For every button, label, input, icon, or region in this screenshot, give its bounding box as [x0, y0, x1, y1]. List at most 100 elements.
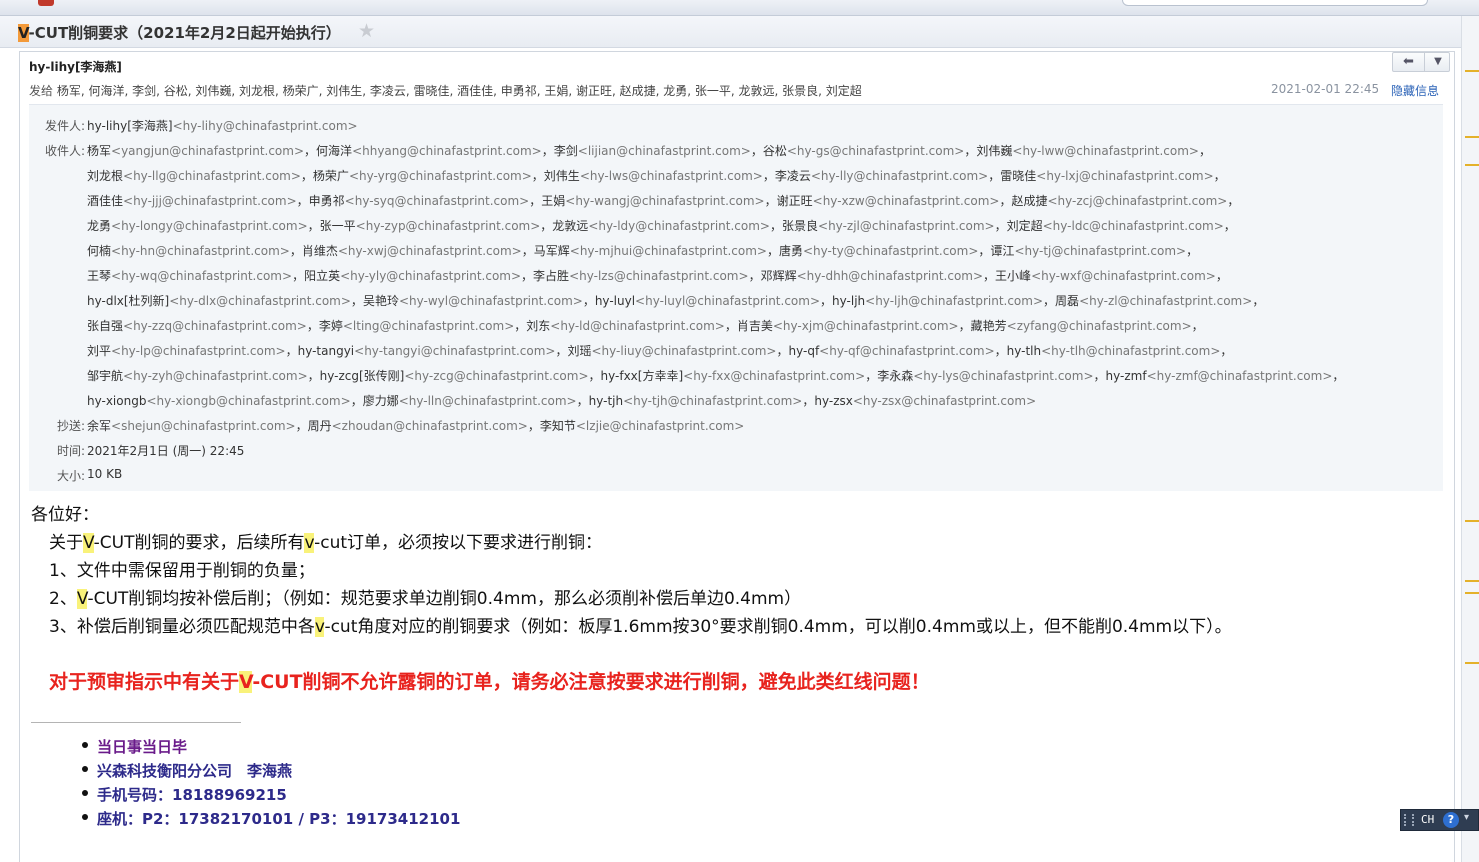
- recipient[interactable]: 李永森<hy-lys@chinafastprint.com>: [877, 369, 1093, 383]
- recipient-row: 邹宇航<hy-zyh@chinafastprint.com> ， hy-zcg[张传…: [87, 367, 1344, 384]
- chevron-down-icon[interactable]: ▾: [1464, 812, 1469, 823]
- recipient-name: 申勇祁: [308, 194, 345, 208]
- separator: ，: [964, 144, 977, 158]
- recipient[interactable]: 王小峰<hy-wxf@chinafastprint.com>: [995, 269, 1216, 283]
- recipient[interactable]: 王娟<hy-wangj@chinafastprint.com>: [541, 194, 764, 208]
- reply-icon[interactable]: ⬅: [1393, 53, 1425, 71]
- recipient-row: 张自强<hy-zzq@chinafastprint.com>，李婷<lting@…: [87, 317, 1204, 334]
- recipient[interactable]: 李凌云<hy-lly@chinafastprint.com>: [775, 169, 988, 183]
- text-run: -CUT削铜的要求，后续所有: [93, 533, 305, 553]
- separator: ，: [769, 219, 782, 233]
- page-scrollbar[interactable]: [1461, 16, 1479, 862]
- recipient-row: 王琴<hy-wq@chinafastprint.com> ， 阳立英<hy-yly@…: [87, 267, 1228, 284]
- recipient-name: hy-ljh: [832, 294, 866, 308]
- signature-divider: [31, 722, 241, 723]
- recipient[interactable]: 杨军<yangjun@chinafastprint.com>: [87, 144, 304, 158]
- recipient[interactable]: 申勇祁<hy-syq@chinafastprint.com>: [309, 194, 530, 208]
- recipient-address: <hy-zcj@chinafastprint.com>: [1047, 194, 1228, 208]
- scroll-marker: [1465, 164, 1479, 166]
- recipient-row: 刘平<hy-lp@chinafastprint.com>，hy-tangyi<h…: [87, 342, 1232, 359]
- recipient[interactable]: 赵成捷<hy-zcj@chinafastprint.com>: [1011, 194, 1227, 208]
- help-icon[interactable]: ?: [1443, 812, 1459, 828]
- separator: ，: [983, 269, 996, 283]
- recipient[interactable]: 王琴<hy-wq@chinafastprint.com>: [87, 269, 292, 283]
- chevron-down-icon[interactable]: ▼: [1426, 53, 1450, 71]
- recipient[interactable]: hy-tlh<hy-tlh@chinafastprint.com>: [1007, 344, 1221, 358]
- recipient[interactable]: 马军辉<hy-mjhui@chinafastprint.com>: [534, 244, 767, 258]
- recipient[interactable]: 李婷<lting@chinafastprint.com>: [319, 319, 514, 333]
- separator: ，: [296, 194, 309, 208]
- recipient[interactable]: 张景良<hy-zjl@chinafastprint.com>: [782, 219, 995, 233]
- recipient[interactable]: 刘伟巍<hy-lww@chinafastprint.com>: [976, 144, 1199, 158]
- requirement-1: 1、文件中需保留用于削铜的负量；: [49, 561, 315, 581]
- recipient-address: <hy-lys@chinafastprint.com>: [913, 369, 1094, 383]
- recipient[interactable]: 肖吉美<hy-xjm@chinafastprint.com>: [737, 319, 959, 333]
- sender-name[interactable]: hy-lihy[李海燕]: [29, 58, 122, 75]
- recipient[interactable]: 李剑<lijian@chinafastprint.com>: [554, 144, 751, 158]
- recipient-row: hy-dlx[杜列新]<hy-dlx@chinafastprint.com>，吴…: [87, 292, 1264, 309]
- recipient[interactable]: 杨荣广<hy-yrg@chinafastprint.com>: [313, 169, 532, 183]
- recipient-address: <hy-yrg@chinafastprint.com>: [348, 169, 532, 183]
- recipient[interactable]: 唐勇<hy-ty@chinafastprint.com>: [779, 244, 978, 258]
- cc-recipient[interactable]: 李知节<lzjie@chinafastprint.com>: [540, 419, 744, 433]
- hide-details-link[interactable]: 隐藏信息: [1391, 82, 1439, 99]
- recipient[interactable]: 何海洋<hhyang@chinafastprint.com>: [316, 144, 542, 158]
- recipient[interactable]: 李占胜<hy-lzs@chinafastprint.com>: [533, 269, 749, 283]
- recipient[interactable]: 肖维杰<hy-xwj@chinafastprint.com>: [302, 244, 522, 258]
- recipient[interactable]: 刘龙根<hy-llg@chinafastprint.com>: [87, 169, 301, 183]
- recipient[interactable]: 邹宇航<hy-zyh@chinafastprint.com>: [87, 369, 308, 383]
- recipient-address: <hy-liuy@chinafastprint.com>: [591, 344, 777, 358]
- recipient-address: <hy-ldy@chinafastprint.com>: [588, 219, 770, 233]
- recipient[interactable]: 刘定超<hy-ldc@chinafastprint.com>: [1007, 219, 1224, 233]
- recipient[interactable]: hy-fxx[方幸幸]<hy-fxx@chinafastprint.com>: [601, 369, 866, 383]
- recipient[interactable]: hy-tjh<hy-tjh@chinafastprint.com>: [589, 394, 803, 408]
- search-box[interactable]: [1122, 0, 1428, 6]
- ime-toolbar[interactable]: CH ? ▾: [1400, 809, 1479, 831]
- recipient[interactable]: 何楠<hy-hn@chinafastprint.com>: [87, 244, 290, 258]
- text-run: 对于预审指示中有关于: [49, 671, 240, 693]
- recipient[interactable]: hy-tangyi<hy-tangyi@chinafastprint.com>: [298, 344, 556, 358]
- recipient[interactable]: 刘瑶<hy-liuy@chinafastprint.com>: [567, 344, 776, 358]
- recipient[interactable]: 周磊<hy-zl@chinafastprint.com>: [1055, 294, 1252, 308]
- from-name: hy-lihy[李海燕]: [87, 119, 173, 133]
- subject-text: -CUT削铜要求（2021年2月2日起开始执行）: [28, 24, 341, 42]
- recipient-name: 谢正旺: [776, 194, 813, 208]
- separator: ，: [350, 294, 363, 308]
- star-icon[interactable]: ★: [358, 20, 375, 42]
- recipient[interactable]: 刘伟生<hy-lws@chinafastprint.com>: [544, 169, 763, 183]
- grip-icon[interactable]: [1404, 814, 1414, 826]
- recipient[interactable]: 张一平<hy-zyp@chinafastprint.com>: [320, 219, 541, 233]
- recipient[interactable]: hy-zcg[张传刚]<hy-zcg@chinafastprint.com>: [320, 369, 589, 383]
- cc-recipient[interactable]: 余军<shejun@chinafastprint.com>: [87, 419, 296, 433]
- recipient-address: <hy-luyl@chinafastprint.com>: [635, 294, 821, 308]
- recipient[interactable]: 酒佳佳<hy-jjj@chinafastprint.com>: [87, 194, 297, 208]
- recipient-address: <hy-wq@chinafastprint.com>: [111, 269, 293, 283]
- recipient[interactable]: 谷松<hy-gs@chinafastprint.com>: [763, 144, 965, 158]
- recipient[interactable]: 谢正旺<hy-xzw@chinafastprint.com>: [777, 194, 1000, 208]
- highlight-run: v: [314, 617, 325, 637]
- recipient[interactable]: hy-zsx<hy-zsx@chinafastprint.com>: [814, 394, 1036, 408]
- recipient[interactable]: 阳立英<hy-yly@chinafastprint.com>: [304, 269, 521, 283]
- cc-recipient[interactable]: 周丹<zhoudan@chinafastprint.com>: [308, 419, 528, 433]
- recipient[interactable]: 龙敦远<hy-ldy@chinafastprint.com>: [552, 219, 770, 233]
- recipient[interactable]: hy-luyl<hy-luyl@chinafastprint.com>: [595, 294, 820, 308]
- recipient[interactable]: 藏艳芳<zyfang@chinafastprint.com>: [971, 319, 1192, 333]
- recipient[interactable]: hy-dlx[杜列新]<hy-dlx@chinafastprint.com>: [87, 294, 351, 308]
- text-run: 3、补偿后削铜量必须匹配规范中各: [49, 617, 315, 637]
- recipient[interactable]: hy-zmf<hy-zmf@chinafastprint.com>: [1106, 369, 1333, 383]
- recipient[interactable]: hy-ljh<hy-ljh@chinafastprint.com>: [832, 294, 1043, 308]
- recipient[interactable]: 刘东<hy-ld@chinafastprint.com>: [526, 319, 725, 333]
- recipient[interactable]: 邓辉辉<hy-dhh@chinafastprint.com>: [761, 269, 983, 283]
- recipient[interactable]: 谭江<hy-tj@chinafastprint.com>: [990, 244, 1186, 258]
- ime-language[interactable]: CH: [1421, 813, 1434, 826]
- recipient-address: <hy-jjj@chinafastprint.com>: [123, 194, 297, 208]
- separator: ，: [865, 369, 878, 383]
- recipient[interactable]: 龙勇<hy-longy@chinafastprint.com>: [87, 219, 308, 233]
- recipient[interactable]: 雷晓佳<hy-lxj@chinafastprint.com>: [1000, 169, 1213, 183]
- recipient[interactable]: 张自强<hy-zzq@chinafastprint.com>: [87, 319, 307, 333]
- recipient[interactable]: 吴艳玲<hy-wyl@chinafastprint.com>: [363, 294, 583, 308]
- recipient[interactable]: hy-qf<hy-qf@chinafastprint.com>: [789, 344, 995, 358]
- recipient[interactable]: 廖力娜<hy-lln@chinafastprint.com>: [363, 394, 577, 408]
- recipient[interactable]: 刘平<hy-lp@chinafastprint.com>: [87, 344, 286, 358]
- recipient[interactable]: hy-xiongb<hy-xiongb@chinafastprint.com>: [87, 394, 351, 408]
